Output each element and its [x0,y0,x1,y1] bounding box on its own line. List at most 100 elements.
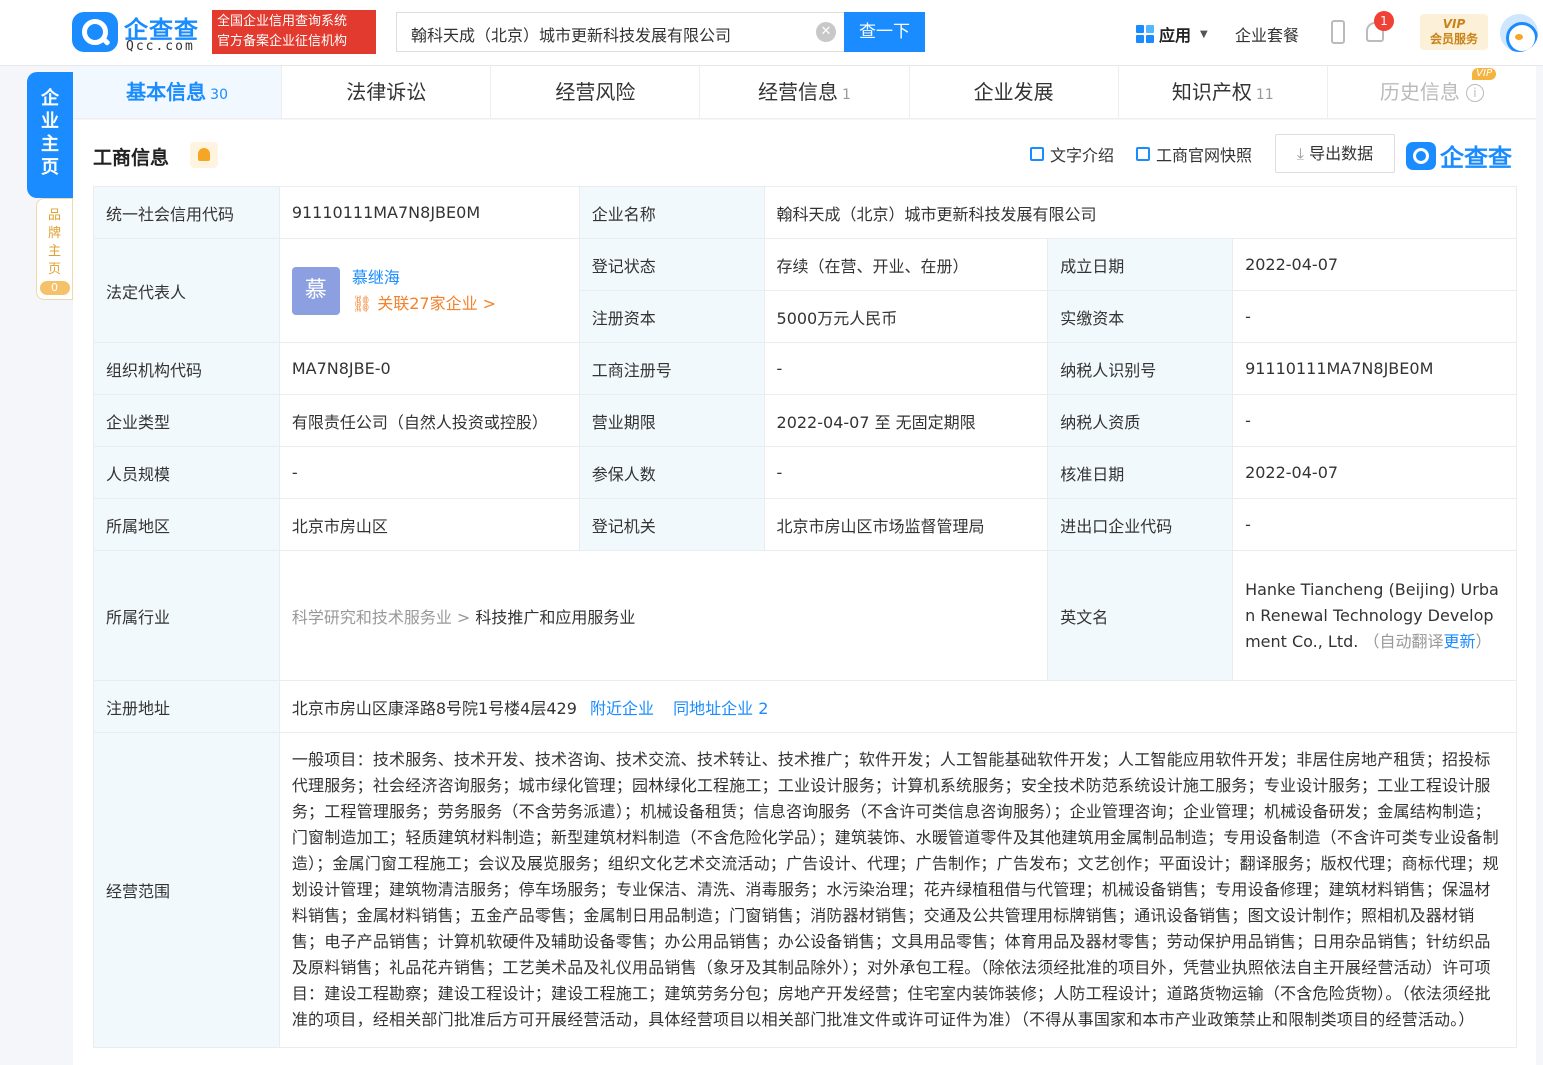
tab-label: 历史信息 [1379,80,1460,104]
vip-tag: VIP [1472,68,1496,80]
field-label: 经营范围 [93,732,280,1048]
english-name-cell: Hanke Tiancheng (Beijing) Urban Renewal … [1232,550,1517,681]
table-row: 法定代表人 慕 慕继海 ⛓ 关联27家企业 > 登记状态 存续（在营、开业、在册… [93,238,1517,343]
tab-development[interactable]: 企业发展 [910,66,1119,118]
field-label: 成立日期 [1047,238,1234,291]
field-label: 实缴资本 [1047,290,1234,343]
field-label: 参保人数 [578,446,765,499]
industry-child[interactable]: 科技推广和应用服务业 [475,608,635,627]
field-label: 核准日期 [1047,446,1234,499]
field-label: 工商注册号 [578,342,765,395]
related-companies-link[interactable]: ⛓ 关联27家企业 > [352,291,496,317]
clear-icon[interactable]: ✕ [816,22,836,42]
search-button[interactable]: 查一下 [844,12,925,52]
side-tab-brand-label: 品牌主页 [47,208,61,277]
staff-size-value: - [278,446,580,499]
top-header: 企查查 Qcc.com 全国企业信用查询系统 官方备案企业征信机构 翰科天成（北… [0,0,1543,66]
relation-icon: ⛓ [351,293,373,313]
industry-parent[interactable]: 科学研究和技术服务业 [292,608,452,627]
field-label: 所属地区 [93,498,280,551]
subscribe-bell-icon[interactable] [190,142,218,168]
table-row: 组织机构代码 MA7N8JBE-0 工商注册号 - 纳税人识别号 9111011… [93,342,1517,395]
user-avatar[interactable] [1500,14,1538,52]
search-input[interactable]: 翰科天成（北京）城市更新科技发展有限公司 [396,12,844,52]
brand-count-badge: 0 [39,281,70,295]
field-label: 登记状态 [578,238,765,291]
tab-legal-litigation[interactable]: 法律诉讼 [282,66,492,118]
tab-ip[interactable]: 知识产权 11 [1119,66,1328,118]
section-title: 工商信息 [93,147,170,169]
tab-count: 30 [210,87,228,103]
tab-label: 企业发展 [973,80,1054,104]
notification-count-badge: 1 [1374,11,1394,31]
nearby-companies-link[interactable]: 附近企业 [590,699,654,718]
qcc-mark-text: 企查查 [1440,144,1512,172]
side-tab-brand-home[interactable]: 品牌主页 0 [36,198,73,300]
tab-business-info[interactable]: 经营信息 1 [700,66,910,118]
industry-cell: 科学研究和技术服务业 > 科技推广和应用服务业 [278,550,1049,681]
text-intro-button[interactable]: 文字介绍 [1030,142,1114,166]
gov-badge-line2: 官方备案企业征信机构 [217,34,348,49]
address-cell: 北京市房山区康泽路8号院1号楼4层429 附近企业 同地址企业 2 [278,680,1518,733]
field-label: 登记机关 [578,498,765,551]
est-date-value: 2022-04-07 [1232,238,1517,291]
logo-domain: Qcc.com [126,39,195,54]
table-row: 所属行业 科学研究和技术服务业 > 科技推广和应用服务业 英文名 Hanke T… [93,550,1517,681]
status-value: 存续（在营、开业、在册） [763,238,1049,291]
paid-capital-value: - [1232,290,1517,343]
same-address-link[interactable]: 同地址企业 2 [673,699,768,718]
export-label: 导出数据 [1309,144,1374,163]
business-info-table: 统一社会信用代码 91110111MA7N8JBE0M 企业名称 翰科天成（北京… [93,186,1518,1048]
vip-service-label: 会员服务 [1429,32,1478,46]
business-term-value: 2022-04-07 至 无固定期限 [763,394,1049,447]
table-row: 所属地区 北京市房山区 登记机关 北京市房山区市场监督管理局 进出口企业代码 - [93,498,1517,551]
field-label: 法定代表人 [93,238,280,343]
field-label: 英文名 [1047,550,1234,681]
translate-update-link[interactable]: 更新 [1443,632,1475,651]
tab-label: 法律诉讼 [346,80,427,104]
apps-menu[interactable]: 应用 ▼ [1136,22,1208,46]
legal-rep-avatar[interactable]: 慕 [291,266,340,315]
gov-certification-badge[interactable]: 全国企业信用查询系统 官方备案企业征信机构 [212,10,376,54]
tab-business-risk[interactable]: 经营风险 [491,66,701,118]
table-row: 注册地址 北京市房山区康泽路8号院1号楼4层429 附近企业 同地址企业 2 [93,680,1518,733]
qcc-logo[interactable]: 企查查 Qcc.com [72,10,206,54]
legal-rep-name-link[interactable]: 慕继海 [352,265,496,291]
field-label: 企业名称 [578,186,765,239]
field-label: 统一社会信用代码 [93,186,280,239]
qcc-logo-icon [72,12,118,52]
snapshot-label: 工商官网快照 [1156,146,1253,165]
auto-translate-note: （自动翻译 [1363,631,1444,651]
related-companies-label: 关联27家企业 > [377,293,497,313]
field-label: 所属行业 [93,550,280,681]
industry-separator: > [451,607,476,627]
tab-history[interactable]: 历史信息 i VIP [1328,66,1536,118]
vip-label: VIP [1442,17,1466,31]
document-icon [1030,147,1044,161]
table-row: 经营范围 一般项目：技术服务、技术开发、技术咨询、技术交流、技术转让、技术推广；… [93,732,1518,1048]
insured-count-value: - [763,446,1049,499]
taxpayer-id-value: 91110111MA7N8JBE0M [1232,342,1517,395]
vip-service-button[interactable]: VIP 会员服务 [1420,14,1488,50]
info-icon[interactable]: i [1465,84,1484,102]
mobile-phone-icon[interactable] [1331,20,1345,44]
legal-rep-cell: 慕 慕继海 ⛓ 关联27家企业 > [278,238,580,343]
table-row: 企业类型 有限责任公司（自然人投资或控股） 营业期限 2022-04-07 至 … [93,394,1517,447]
tab-basic-info[interactable]: 基本信息 30 [73,66,283,118]
region-value: 北京市房山区 [278,498,580,551]
credit-code-value: 91110111MA7N8JBE0M [278,186,580,239]
official-snapshot-button[interactable]: 工商官网快照 [1136,142,1252,166]
gov-badge-line1: 全国企业信用查询系统 [217,14,348,29]
text-intro-label: 文字介绍 [1050,146,1115,165]
reg-capital-value: 5000万元人民币 [763,290,1049,343]
org-code-value: MA7N8JBE-0 [278,342,580,395]
field-label: 组织机构代码 [93,342,280,395]
tab-label: 经营风险 [555,80,636,104]
qcc-mark-icon [1406,141,1436,170]
enterprise-package-link[interactable]: 企业套餐 [1235,22,1299,46]
side-tab-company-home[interactable]: 企业主页 [27,72,73,198]
download-icon: ⤓ [1296,144,1310,163]
export-data-button[interactable]: ⤓ 导出数据 [1275,134,1395,173]
auto-translate-close: ） [1475,631,1492,651]
caret-down-icon: ▼ [1200,28,1208,40]
